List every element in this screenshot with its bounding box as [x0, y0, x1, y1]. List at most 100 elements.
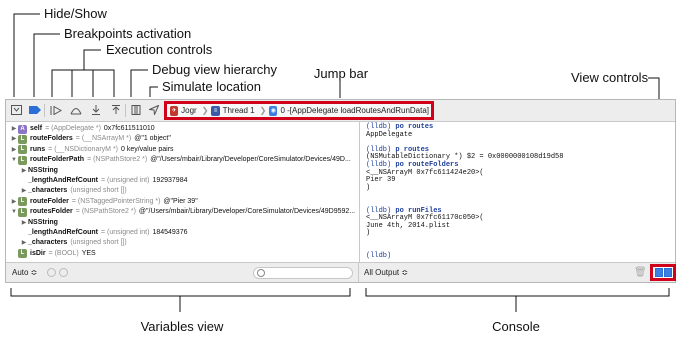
disclosure-collapsed-icon[interactable]: ▶ — [20, 218, 28, 228]
console-output-line: AppDelegate — [366, 130, 413, 139]
variable-row[interactable]: ▼ LroutesFolder = (NSPathStore2 *) @"/Users… — [10, 207, 355, 217]
local-variable-icon: L — [18, 249, 27, 259]
variable-name: NSString — [28, 166, 58, 174]
variable-name: _characters — [28, 239, 68, 247]
variable-type: (unsigned short []) — [70, 187, 127, 195]
stack-frame-icon: ◉ — [269, 105, 278, 116]
variable-row[interactable]: ▶ LrouteFolders = (__NSArrayM *) @"1 object… — [10, 134, 171, 144]
jump-bar-frame[interactable]: 0 -[AppDelegate loadRoutesAndRunData] — [280, 106, 429, 115]
jump-bar[interactable]: ✈ Jogr ❯ ≡ Thread 1 ❯ ◉ 0 -[AppDelegate … — [164, 101, 434, 120]
disclosure-collapsed-icon[interactable]: ▶ — [10, 134, 18, 144]
location-arrow-icon — [149, 105, 159, 115]
app-icon: ✈ — [170, 105, 179, 116]
step-over-icon — [70, 107, 82, 114]
view-hierarchy-icon — [131, 105, 141, 115]
variable-value: 0 key/value pairs — [121, 145, 174, 153]
local-variable-icon: L — [18, 155, 27, 165]
console-output-line: ) — [366, 229, 371, 238]
variable-value: 0x7fc611511010 — [103, 125, 155, 132]
variable-name: _characters — [28, 187, 68, 195]
console-view[interactable]: (lldb) po routes AppDelegate (lldb) p rout… — [359, 122, 675, 262]
variable-name: _lengthAndRefCount — [28, 177, 98, 184]
show-variables-view-button[interactable] — [654, 268, 663, 277]
step-out-button[interactable] — [109, 103, 123, 117]
argument-icon: A — [18, 124, 27, 134]
hide-show-debug-area-button[interactable] — [9, 103, 23, 117]
chevron-right-icon: ❯ — [201, 106, 209, 115]
variable-value: @"/Users/mbair/Library/Developer/CoreSim… — [138, 208, 356, 216]
console-output-line: ) — [366, 183, 371, 192]
variable-value: 192937984 — [152, 177, 188, 184]
variable-row[interactable]: ▶ _characters (unsigned short []) — [20, 238, 130, 248]
variable-row[interactable]: LisDir = (BOOL) YES — [10, 249, 96, 259]
variable-type: = (unsigned int) — [101, 229, 150, 236]
variable-row[interactable]: ▶ Aself = (AppDelegate *) 0x7fc611511010 — [10, 124, 155, 134]
variable-row[interactable]: ▶ _characters (unsigned short []) — [20, 186, 130, 196]
console-command: (lldb) — [366, 252, 391, 260]
variable-name: _lengthAndRefCount — [28, 229, 98, 236]
view-controls — [650, 264, 676, 281]
step-over-button[interactable] — [69, 103, 83, 117]
breakpoint-icon — [29, 106, 41, 114]
variable-row[interactable]: ▶ LrouteFolder = (NSTaggedPointerString *)… — [10, 197, 198, 207]
disclosure-collapsed-icon[interactable]: ▶ — [20, 238, 28, 248]
variable-row[interactable]: ▼ LrouteFolderPath = (NSPathStore2 *) @"/Us… — [10, 155, 351, 165]
variable-type: = (AppDelegate *) — [45, 125, 101, 132]
console-output-line: Pier 39 — [366, 176, 396, 185]
pane-divider — [358, 262, 359, 282]
variable-row[interactable]: _lengthAndRefCount = (unsigned int) 192937… — [20, 176, 188, 186]
step-into-button[interactable] — [89, 103, 103, 117]
variable-value: @"1 object" — [134, 135, 171, 143]
filter-icon — [257, 269, 265, 277]
variable-type: = (__NSArrayM *) — [75, 135, 132, 143]
simulate-location-button[interactable] — [147, 103, 161, 117]
callout-hide-show: Hide/Show — [44, 6, 107, 21]
info-icon[interactable] — [59, 268, 68, 277]
variable-row[interactable]: ▶ Lruns = (__NSDictionaryM *) 0 key/value p… — [10, 145, 174, 155]
step-into-icon — [92, 105, 100, 115]
jump-bar-thread[interactable]: Thread 1 — [223, 106, 255, 115]
eye-icon[interactable] — [47, 268, 56, 277]
trash-icon[interactable]: 🗑 — [634, 267, 647, 278]
variables-scope-select[interactable]: Auto ≎ — [12, 268, 37, 277]
breakpoints-activation-button[interactable] — [28, 103, 42, 117]
debug-view-hierarchy-button[interactable] — [129, 103, 143, 117]
chevron-right-icon: ❯ — [259, 106, 267, 115]
variable-row[interactable]: ▶ NSString — [20, 218, 61, 228]
callout-simulate-location: Simulate location — [162, 79, 261, 94]
debug-toolbar: ✈ Jogr ❯ ≡ Thread 1 ❯ ◉ 0 -[AppDelegate … — [6, 100, 675, 122]
jump-bar-app[interactable]: Jogr — [181, 106, 197, 115]
disclosure-collapsed-icon[interactable]: ▶ — [10, 197, 18, 207]
variable-row[interactable]: _lengthAndRefCount = (unsigned int) 184549… — [20, 228, 188, 238]
thread-icon: ≡ — [211, 105, 220, 116]
show-console-button[interactable] — [663, 268, 672, 277]
disclosure-expanded-icon[interactable]: ▼ — [10, 155, 18, 165]
disclosure-collapsed-icon[interactable]: ▶ — [20, 166, 28, 176]
callout-debug-view-hierarchy: Debug view hierarchy — [152, 62, 278, 77]
callout-view-controls: View controls — [571, 70, 649, 85]
variable-name: NSString — [28, 218, 58, 226]
callout-variables-view: Variables view — [140, 319, 224, 334]
variables-view[interactable]: ▶ Aself = (AppDelegate *) 0x7fc611511010 ▶ Lr… — [6, 122, 358, 262]
callout-execution-controls: Execution controls — [106, 42, 213, 57]
disclosure-collapsed-icon[interactable]: ▶ — [10, 124, 18, 134]
callout-console: Console — [492, 319, 540, 334]
local-variable-icon: L — [18, 197, 27, 207]
variable-name: isDir — [30, 249, 46, 257]
variable-name: routeFolderPath — [30, 156, 85, 164]
variable-value: @"/Users/mbair/Library/Developer/CoreSim… — [150, 156, 351, 164]
debug-area: ✈ Jogr ❯ ≡ Thread 1 ❯ ◉ 0 -[AppDelegate … — [5, 99, 676, 283]
variable-type: = (unsigned int) — [101, 177, 150, 184]
variable-name: self — [30, 125, 43, 132]
console-output-select[interactable]: All Output ≎ — [364, 268, 408, 277]
disclosure-collapsed-icon[interactable]: ▶ — [20, 186, 28, 196]
continue-button[interactable] — [49, 103, 63, 117]
variable-type: = (BOOL) — [48, 249, 79, 257]
local-variable-icon: L — [18, 145, 27, 155]
variables-filter-field[interactable] — [253, 267, 353, 279]
disclosure-collapsed-icon[interactable]: ▶ — [10, 145, 18, 155]
variable-value: YES — [81, 249, 96, 257]
variable-row[interactable]: ▶ NSString — [20, 166, 61, 176]
variable-type: = (NSTaggedPointerString *) — [71, 197, 161, 205]
disclosure-expanded-icon[interactable]: ▼ — [10, 207, 18, 217]
